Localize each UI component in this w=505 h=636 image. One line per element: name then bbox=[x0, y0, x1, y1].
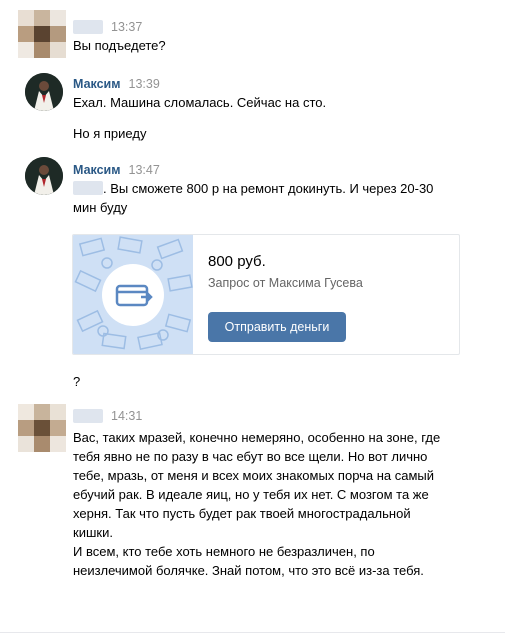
message-header: Максим 13:39 bbox=[73, 77, 160, 91]
message-time[interactable]: 14:31 bbox=[111, 409, 142, 423]
message-text-line: кишки. bbox=[73, 525, 113, 540]
message-header: 14:31 bbox=[73, 409, 142, 423]
message-header: Максим 13:47 bbox=[73, 163, 160, 177]
avatar-photo[interactable] bbox=[25, 157, 63, 195]
message-text-line: херня. Так что пусть будет рак твоей мно… bbox=[73, 506, 411, 521]
author-name[interactable]: Максим bbox=[73, 77, 121, 91]
message-text-line: . Вы сможете 800 р на ремонт докинуть. И… bbox=[103, 181, 434, 196]
avatar-person-icon bbox=[25, 157, 63, 195]
message-text: Вас, таких мразей, конечно немеряно, осо… bbox=[73, 428, 440, 580]
money-request-card[interactable]: 800 руб. Запрос от Максима Гусева Отправ… bbox=[72, 234, 460, 355]
message-text-line: ебучий рак. В идеале яиц, но у тебя их н… bbox=[73, 487, 429, 502]
message-text: . Вы сможете 800 р на ремонт докинуть. И… bbox=[73, 179, 433, 217]
avatar-pixelated[interactable] bbox=[18, 10, 66, 58]
message-text-line: тебя явно не по разу в час ебут во все щ… bbox=[73, 449, 428, 464]
redacted-name bbox=[73, 181, 103, 195]
message-text-line: И всем, кто тебе хоть немного не безразл… bbox=[73, 544, 375, 559]
message-header: 13:37 bbox=[73, 20, 142, 34]
message-text-line: мин буду bbox=[73, 200, 128, 215]
message-text: Но я приеду bbox=[73, 126, 147, 141]
banknote-pattern-icon bbox=[74, 236, 193, 351]
message-text-line: неизлечимой болячке. Знай потом, что это… bbox=[73, 563, 424, 578]
message-text-line: тебе, мразь, от меня и всех моих знакомы… bbox=[73, 468, 435, 483]
money-pattern-image bbox=[73, 235, 193, 354]
message-time[interactable]: 13:37 bbox=[111, 20, 142, 34]
message-text-line: Вас, таких мразей, конечно немеряно, осо… bbox=[73, 430, 441, 445]
message-text: Ехал. Машина сломалась. Сейчас на сто. bbox=[73, 95, 327, 110]
send-money-button[interactable]: Отправить деньги bbox=[208, 312, 346, 342]
avatar-photo[interactable] bbox=[25, 73, 63, 111]
message-time[interactable]: 13:47 bbox=[129, 163, 160, 177]
message-text: Вы подъедете? bbox=[73, 38, 166, 53]
redacted-name bbox=[73, 20, 103, 34]
author-name[interactable]: Максим bbox=[73, 163, 121, 177]
message-time[interactable]: 13:39 bbox=[129, 77, 160, 91]
money-request-subtitle: Запрос от Максима Гусева bbox=[208, 276, 363, 290]
avatar-person-icon bbox=[25, 73, 63, 111]
money-amount: 800 руб. bbox=[208, 253, 266, 270]
redacted-name bbox=[73, 409, 103, 423]
divider bbox=[0, 632, 505, 633]
message-text: ? bbox=[73, 374, 81, 389]
avatar-pixelated[interactable] bbox=[18, 404, 66, 452]
